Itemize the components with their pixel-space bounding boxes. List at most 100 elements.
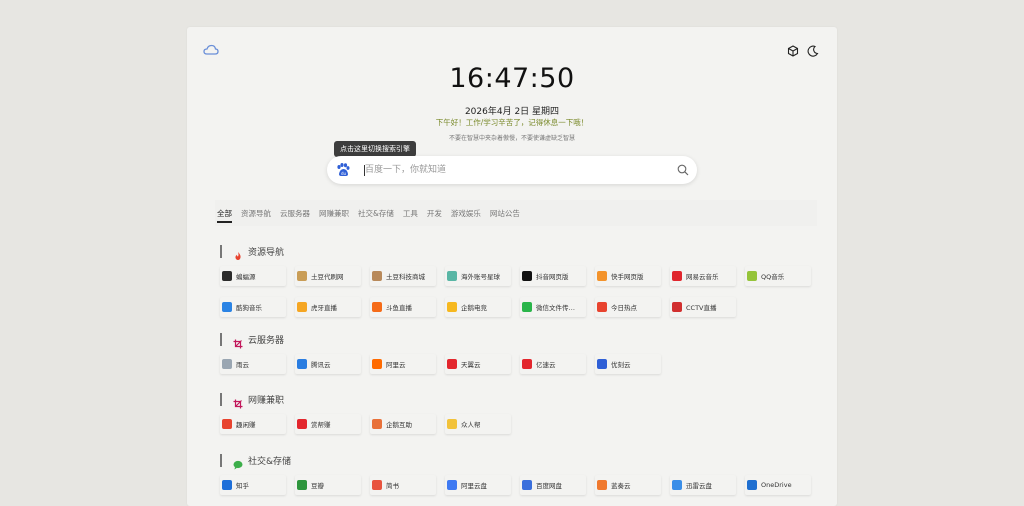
site-card[interactable]: 虎牙直播 [295,297,361,317]
section-bar [220,453,222,467]
site-card[interactable]: 蝙蝠源 [220,266,286,286]
site-icon [447,271,457,281]
site-icon [222,302,232,312]
site-icon [222,480,232,490]
tab-tools[interactable]: 工具 [403,204,418,223]
tab-social-storage[interactable]: 社交&存储 [358,204,394,223]
category-tabs: 全部 资源导航 云服务器 网赚兼职 社交&存储 工具 开发 游戏娱乐 网站公告 [215,200,817,226]
main-panel: 16:47:50 2026年4月 2日 星期四 下午好！工作/学习辛苦了，记得休… [187,27,837,506]
date: 2026年4月 2日 星期四 [464,107,560,117]
tab-all[interactable]: 全部 [217,204,232,223]
site-icon [522,480,532,490]
fire-icon [233,246,243,260]
section-bar [220,392,222,406]
site-label: 快手网页版 [611,273,644,281]
section-title: 社交&存储 [220,453,292,470]
site-label: 优刻云 [611,361,631,369]
site-card[interactable]: 迅雷云盘 [670,475,736,495]
tab-games[interactable]: 游戏娱乐 [451,204,481,223]
site-card[interactable]: 腾讯云 [295,354,361,374]
site-card[interactable]: 趣闲赚 [220,414,286,434]
section-title: 网赚兼职 [220,392,285,409]
site-label: 迅雷云盘 [686,482,712,490]
moon-icon[interactable] [807,45,819,57]
site-label: 抖音网页版 [536,273,569,281]
site-label: 阿里云 [386,361,406,369]
site-card[interactable]: 微信文件传… [520,297,586,317]
site-card[interactable]: 企鹅互助 [370,414,436,434]
site-card[interactable]: 蓝奏云 [595,475,661,495]
cube-icon[interactable] [787,45,799,57]
site-card[interactable]: QQ音乐 [745,266,811,286]
site-label: 海外账号星球 [461,273,500,281]
site-card[interactable]: 网易云音乐 [670,266,736,286]
site-card[interactable]: 阿里云盘 [445,475,511,495]
site-card[interactable]: 今日热点 [595,297,661,317]
site-icon [297,271,307,281]
site-card[interactable]: 简书 [370,475,436,495]
site-card[interactable]: 赏帮赚 [295,414,361,434]
site-card[interactable]: 众人帮 [445,414,511,434]
site-card[interactable]: 土豆代刷网 [295,266,361,286]
tab-resources[interactable]: 资源导航 [241,204,271,223]
site-card[interactable]: 阿里云 [370,354,436,374]
site-label: 众人帮 [461,421,481,429]
site-label: OneDrive [761,481,792,489]
site-card[interactable]: 优刻云 [595,354,661,374]
section-3: 社交&存储知乎 豆瓣 简书 阿里云盘 百度网盘 蓝奏云 迅雷云盘 OneDrive [220,453,811,495]
section-label: 社交&存储 [248,456,292,467]
site-card[interactable]: 豆瓣 [295,475,361,495]
site-label: 酷狗音乐 [236,304,262,312]
site-icon [522,302,532,312]
site-icon [747,271,757,281]
engine-tooltip: 点击这里切换搜索引擎 [334,141,416,161]
tab-side-jobs[interactable]: 网赚兼职 [319,204,349,223]
site-card[interactable]: 雨云 [220,354,286,374]
cloud-logo-icon[interactable] [203,44,219,56]
site-label: 今日热点 [611,304,637,312]
site-label: 豆瓣 [311,482,324,490]
site-label: 微信文件传… [536,304,575,312]
site-label: 天翼云 [461,361,481,369]
site-card[interactable]: 天翼云 [445,354,511,374]
section-bar [220,332,222,346]
site-card[interactable]: CCTV直播 [670,297,736,317]
site-card[interactable]: 企鹅电竞 [445,297,511,317]
site-icon [447,419,457,429]
site-card[interactable]: 知乎 [220,475,286,495]
site-label: 赏帮赚 [311,421,331,429]
site-card[interactable]: 土豆科技商城 [370,266,436,286]
tab-cloud-servers[interactable]: 云服务器 [280,204,310,223]
site-card[interactable]: 海外账号星球 [445,266,511,286]
site-card[interactable]: 斗鱼直播 [370,297,436,317]
site-icon [672,271,682,281]
site-label: 企鹅互助 [386,421,412,429]
tab-announcements[interactable]: 网站公告 [490,204,520,223]
site-card[interactable]: 亿速云 [520,354,586,374]
site-card[interactable]: 百度网盘 [520,475,586,495]
site-card[interactable]: 快手网页版 [595,266,661,286]
site-icon [222,271,232,281]
site-icon [372,480,382,490]
site-icon [597,359,607,369]
site-card[interactable]: 酷狗音乐 [220,297,286,317]
tab-dev[interactable]: 开发 [427,204,442,223]
section-1: 云服务器 雨云 腾讯云 阿里云 天翼云 亿速云 优刻云 [220,332,661,374]
motto: 不要在智慧中夹杂着傲慢，不要使谦虚缺乏智慧 [448,135,575,142]
site-icon [672,302,682,312]
search-bar: du [327,156,697,184]
site-icon [297,419,307,429]
site-card[interactable]: 抖音网页版 [520,266,586,286]
site-label: 斗鱼直播 [386,304,412,312]
site-icon [372,419,382,429]
search-icon[interactable] [677,164,689,176]
site-label: 土豆科技商城 [386,273,425,281]
section-bar [220,244,222,258]
chat-icon [233,455,243,470]
site-card[interactable]: OneDrive [745,475,811,495]
site-icon [672,480,682,490]
site-icon [447,480,457,490]
section-label: 网赚兼职 [248,395,285,406]
baidu-paw-icon[interactable]: du [335,162,351,178]
search-input[interactable] [365,161,665,179]
